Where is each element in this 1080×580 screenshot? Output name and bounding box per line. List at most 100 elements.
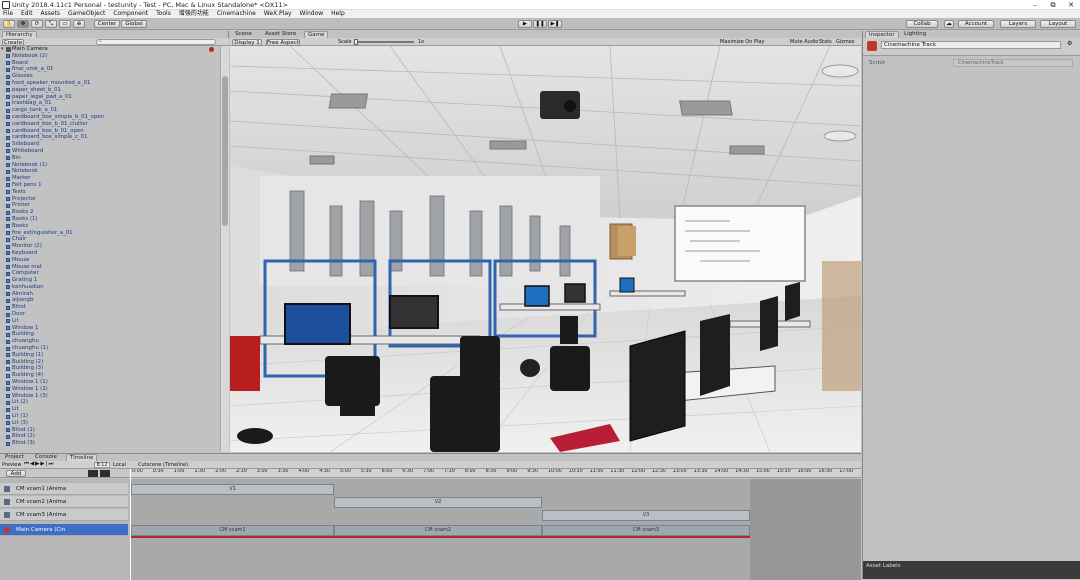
layers-dropdown[interactable]: Layers bbox=[1000, 20, 1036, 28]
hierarchy-item[interactable]: Keyboard bbox=[0, 250, 220, 257]
track-vcam3[interactable]: CM vcam3 (Anima bbox=[0, 509, 128, 521]
hierarchy-item[interactable]: chuanghu (1) bbox=[0, 345, 220, 352]
tab-game[interactable]: Game bbox=[304, 31, 329, 38]
menu-enhanced[interactable]: 增强的功能 bbox=[176, 10, 212, 18]
hierarchy-item[interactable]: Mouse bbox=[0, 257, 220, 264]
cm-clip-3[interactable]: CM vcam3 bbox=[542, 525, 750, 536]
display-dropdown[interactable]: Display 1 bbox=[232, 38, 262, 46]
hierarchy-item[interactable]: Building (2) bbox=[0, 359, 220, 366]
hierarchy-item[interactable]: Almirah bbox=[0, 291, 220, 298]
hierarchy-item[interactable]: final_vmk_a_01 bbox=[0, 66, 220, 73]
transform-tool-icon[interactable]: ⊕ bbox=[73, 20, 85, 28]
hierarchy-item[interactable]: Building (1) bbox=[0, 352, 220, 359]
playhead[interactable] bbox=[130, 469, 131, 580]
hierarchy-item[interactable]: Blind (1) bbox=[0, 427, 220, 434]
menu-edit[interactable]: Edit bbox=[18, 10, 36, 18]
hierarchy-item[interactable]: Books bbox=[0, 223, 220, 230]
scale-slider-thumb[interactable] bbox=[354, 39, 358, 45]
hierarchy-item[interactable]: Lit (3) bbox=[0, 420, 220, 427]
hierarchy-item[interactable]: Felt pens 1 bbox=[0, 182, 220, 189]
hierarchy-item[interactable]: chuanghu bbox=[0, 338, 220, 345]
hierarchy-item[interactable]: aijiangb bbox=[0, 297, 220, 304]
menu-window[interactable]: Window bbox=[297, 10, 327, 18]
maximize-on-play-toggle[interactable]: Maximize On Play bbox=[720, 39, 764, 45]
tab-inspector[interactable]: Inspector bbox=[865, 31, 899, 38]
track-vcam1[interactable]: CM vcam1 (Anima bbox=[0, 483, 128, 495]
hierarchy-item[interactable]: trashbag_a_01 bbox=[0, 100, 220, 107]
hierarchy-item[interactable]: Mouse mat bbox=[0, 264, 220, 271]
hierarchy-item[interactable]: Lit bbox=[0, 318, 220, 325]
hierarchy-item[interactable]: Chair bbox=[0, 236, 220, 243]
preview-toggle[interactable]: Preview bbox=[2, 462, 21, 468]
pause-button[interactable]: ❚❚ bbox=[533, 20, 547, 28]
create-dropdown[interactable]: Create bbox=[2, 38, 24, 46]
hierarchy-item[interactable]: Building (3) bbox=[0, 365, 220, 372]
track-main-camera[interactable]: Main Camera (Cin bbox=[0, 524, 128, 536]
hierarchy-item[interactable]: Window 1 (2) bbox=[0, 386, 220, 393]
maximize-button[interactable]: ⧉ bbox=[1044, 0, 1062, 10]
hierarchy-item[interactable]: cargo_tank_a_01 bbox=[0, 107, 220, 114]
clip-v1[interactable]: V1 bbox=[131, 484, 334, 495]
play-button[interactable]: ▶ bbox=[518, 20, 532, 28]
hierarchy-item[interactable]: Window 1 (3) bbox=[0, 393, 220, 400]
clip-v3[interactable]: V3 bbox=[542, 510, 750, 521]
layout-dropdown[interactable]: Layout bbox=[1040, 20, 1076, 28]
track-vcam2[interactable]: CM vcam2 (Anima bbox=[0, 496, 128, 508]
hierarchy-item[interactable]: Lit bbox=[0, 406, 220, 413]
hierarchy-item[interactable]: Monitor (2) bbox=[0, 243, 220, 250]
menu-file[interactable]: File bbox=[0, 10, 16, 18]
hierarchy-item[interactable]: Glasses bbox=[0, 73, 220, 80]
clip-v2[interactable]: V2 bbox=[334, 497, 542, 508]
rect-tool-icon[interactable]: ▭ bbox=[59, 20, 71, 28]
stats-toggle[interactable]: Stats bbox=[819, 39, 832, 45]
hierarchy-item[interactable]: cardboard_box_b_01_clutter bbox=[0, 121, 220, 128]
frame-field[interactable]: 8:12 bbox=[94, 461, 110, 468]
hierarchy-item[interactable]: cardboard_box_b_01_open bbox=[0, 128, 220, 135]
tab-hierarchy[interactable]: Hierarchy bbox=[2, 31, 37, 38]
hierarchy-item[interactable]: fire_extinguisher_a_01 bbox=[0, 230, 220, 237]
hierarchy-item[interactable]: Blind (3) bbox=[0, 440, 220, 447]
hierarchy-scrollbar[interactable] bbox=[220, 46, 229, 452]
tab-timeline[interactable]: Timeline bbox=[66, 454, 98, 461]
expand-arrow-icon[interactable]: ▾ bbox=[1, 46, 4, 53]
mute-icon[interactable] bbox=[100, 470, 110, 477]
scale-slider[interactable] bbox=[354, 41, 414, 43]
hierarchy-item[interactable]: Computer bbox=[0, 270, 220, 277]
hierarchy-item[interactable]: Notebook bbox=[0, 168, 220, 175]
hierarchy-item[interactable]: Projector bbox=[0, 196, 220, 203]
move-tool-icon[interactable]: ✥ bbox=[17, 20, 29, 28]
scale-tool-icon[interactable]: ⤡ bbox=[45, 20, 57, 28]
hierarchy-item[interactable]: Building bbox=[0, 331, 220, 338]
hierarchy-item[interactable]: Marker bbox=[0, 175, 220, 182]
close-button[interactable]: ✕ bbox=[1062, 0, 1080, 10]
menu-wexplay[interactable]: WeX.Play bbox=[261, 10, 295, 18]
scrollbar-thumb[interactable] bbox=[222, 76, 228, 226]
hierarchy-item[interactable]: Lit (1) bbox=[0, 413, 220, 420]
tab-console[interactable]: Console bbox=[32, 454, 60, 461]
tab-asset-store[interactable]: Asset Store bbox=[262, 31, 299, 38]
add-track-button[interactable]: Add bbox=[6, 470, 26, 477]
rotate-tool-icon[interactable]: ⟳ bbox=[31, 20, 43, 28]
mute-audio-toggle[interactable]: Mute Audio bbox=[790, 39, 818, 45]
clip-area[interactable]: V1 V2 V3 CM vcam1 CM vcam2 CM vcam3 bbox=[130, 479, 861, 580]
hierarchy-item[interactable]: Books (1) bbox=[0, 216, 220, 223]
hierarchy-item[interactable]: Window 1 (1) bbox=[0, 379, 220, 386]
minimize-button[interactable]: – bbox=[1026, 0, 1044, 10]
hierarchy-item[interactable]: Blind (2) bbox=[0, 433, 220, 440]
step-button[interactable]: ▶❚ bbox=[548, 20, 562, 28]
account-dropdown[interactable]: Account bbox=[958, 20, 994, 28]
pivot-global-toggle[interactable]: Global bbox=[121, 20, 147, 28]
hierarchy-item[interactable]: food_speaker_mounted_a_01 bbox=[0, 80, 220, 87]
menu-component[interactable]: Component bbox=[110, 10, 151, 18]
hierarchy-item[interactable]: Books 2 bbox=[0, 209, 220, 216]
hierarchy-item[interactable]: Printer bbox=[0, 202, 220, 209]
tab-scene[interactable]: Scene bbox=[232, 31, 255, 38]
hierarchy-item[interactable]: cardboard_box_simple_b_01_open bbox=[0, 114, 220, 121]
hierarchy-item[interactable]: Blind bbox=[0, 304, 220, 311]
object-name-field[interactable]: Cinemachine Track bbox=[881, 41, 1061, 49]
menu-assets[interactable]: Assets bbox=[38, 10, 64, 18]
hierarchy-root[interactable]: ▾ Main Camera bbox=[0, 46, 220, 53]
hierarchy-item[interactable]: cardboard_box_simple_c_01 bbox=[0, 134, 220, 141]
game-viewport[interactable] bbox=[230, 46, 861, 452]
pivot-center-toggle[interactable]: Center bbox=[94, 20, 120, 28]
